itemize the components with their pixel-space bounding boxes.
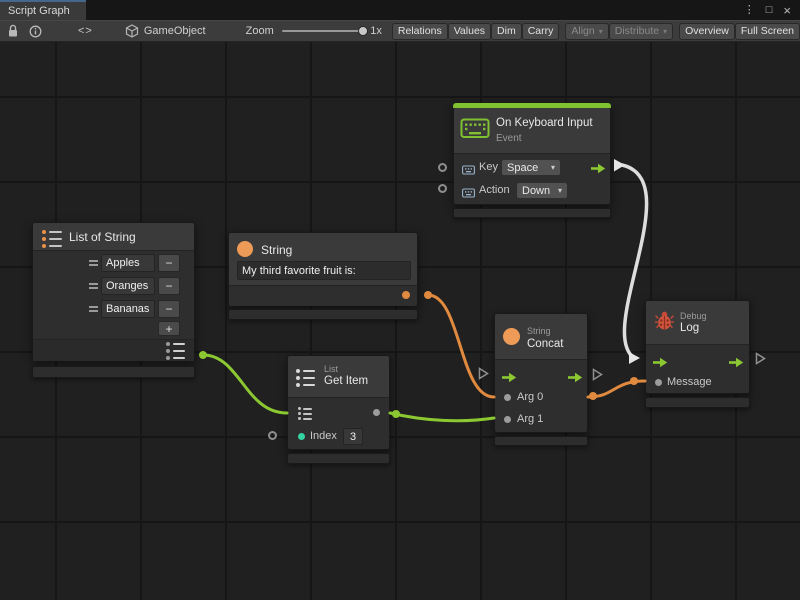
keyboard-icon	[460, 117, 490, 144]
message-input-port[interactable]	[655, 379, 662, 386]
item-output-port[interactable]	[373, 409, 380, 416]
drag-handle-icon[interactable]	[89, 283, 98, 289]
node-get-item[interactable]: List Get Item Index	[287, 355, 390, 450]
node-footer	[645, 397, 750, 408]
index-input[interactable]	[343, 428, 363, 445]
control-output-port[interactable]	[567, 370, 583, 388]
drag-handle-icon[interactable]	[89, 260, 98, 266]
control-flow-triangle[interactable]	[592, 368, 603, 386]
node-category: String	[527, 326, 551, 336]
list-icon	[42, 230, 62, 248]
node-string-literal[interactable]: String	[228, 232, 418, 306]
node-title: Concat	[527, 338, 563, 350]
node-category: Debug	[680, 311, 707, 321]
event-input-port[interactable]	[438, 184, 447, 193]
zoom-slider-knob[interactable]	[358, 26, 368, 36]
message-label: Message	[667, 376, 712, 388]
close-icon[interactable]: ×	[783, 4, 791, 17]
index-input-port[interactable]	[298, 433, 305, 440]
lock-icon[interactable]	[7, 24, 19, 38]
zoom-value: 1x	[370, 25, 382, 37]
maximize-icon[interactable]: □	[766, 5, 773, 16]
info-icon[interactable]	[29, 25, 42, 38]
gameobject-selector[interactable]: GameObject	[144, 25, 206, 37]
node-title: String	[261, 243, 292, 257]
tab-title: Script Graph	[8, 5, 70, 17]
node-title: On Keyboard Input	[496, 117, 593, 129]
bug-icon	[654, 310, 675, 336]
chevron-down-icon: ▾	[599, 27, 603, 36]
node-debug-log[interactable]: Debug Log Message	[645, 300, 750, 394]
distribute-dropdown-button[interactable]: Distribute▾	[609, 23, 673, 40]
relations-button[interactable]: Relations	[392, 23, 448, 40]
arg0-label: Arg 0	[517, 391, 543, 403]
window-tab-bar: Script Graph ⋮ □ ×	[0, 0, 800, 20]
node-footer	[453, 208, 611, 218]
fullscreen-button[interactable]: Full Screen	[735, 23, 800, 40]
control-output-port[interactable]	[728, 355, 744, 373]
node-footer	[228, 309, 418, 320]
list-output-port-icon[interactable]	[166, 342, 185, 360]
zoom-label: Zoom	[246, 25, 274, 37]
node-category: List	[324, 364, 338, 374]
add-item-button[interactable]: +	[158, 321, 180, 336]
node-subtitle: Event	[496, 133, 522, 144]
window-menu-icon[interactable]: ⋮	[744, 5, 755, 16]
action-dropdown[interactable]: Down ▾	[516, 182, 568, 199]
control-input-port[interactable]	[501, 370, 517, 388]
control-output-port[interactable]	[590, 161, 606, 179]
key-type-icon	[462, 162, 475, 180]
gameobject-cube-icon	[125, 24, 139, 38]
string-value-input[interactable]	[237, 261, 411, 280]
remove-item-button-0[interactable]: −	[158, 254, 180, 272]
string-output-port[interactable]	[402, 291, 410, 299]
values-button[interactable]: Values	[448, 23, 491, 40]
tab-script-graph[interactable]: Script Graph	[0, 0, 86, 20]
node-footer	[287, 453, 390, 464]
list-input-port-icon[interactable]	[298, 407, 312, 420]
carry-button[interactable]: Carry	[522, 23, 560, 40]
chevron-down-icon: ▾	[551, 163, 555, 172]
string-type-icon	[237, 241, 253, 257]
event-input-port[interactable]	[438, 163, 447, 172]
arg1-input-port[interactable]	[504, 416, 511, 423]
overview-button[interactable]: Overview	[679, 23, 735, 40]
chevron-down-icon: ▾	[558, 186, 562, 195]
drag-handle-icon[interactable]	[89, 306, 98, 312]
control-input-port[interactable]	[652, 355, 668, 373]
index-label: Index	[310, 430, 337, 442]
list-item-input-1[interactable]	[101, 277, 155, 295]
node-list-of-string[interactable]: List of String − − − +	[32, 222, 195, 361]
code-view-icon[interactable]: <>	[78, 25, 93, 37]
window-controls: ⋮ □ ×	[735, 0, 800, 20]
node-concat[interactable]: String Concat Arg 0 Arg 1	[494, 313, 588, 433]
control-flow-triangle[interactable]	[478, 367, 489, 385]
node-on-keyboard-input[interactable]: On Keyboard Input Event Key Space ▾ Acti…	[453, 103, 611, 205]
node-footer	[32, 366, 195, 378]
index-external-port[interactable]	[268, 431, 277, 440]
control-flow-triangle[interactable]	[755, 352, 766, 370]
node-title: Get Item	[324, 375, 368, 387]
remove-item-button-1[interactable]: −	[158, 277, 180, 295]
action-label: Action	[479, 184, 510, 196]
align-dropdown-button[interactable]: Align▾	[565, 23, 608, 40]
list-item-input-2[interactable]	[101, 300, 155, 318]
node-title: Log	[680, 322, 699, 334]
zoom-slider[interactable]	[282, 30, 365, 32]
dim-button[interactable]: Dim	[491, 23, 522, 40]
arg0-input-port[interactable]	[504, 394, 511, 401]
remove-item-button-2[interactable]: −	[158, 300, 180, 318]
arg1-label: Arg 1	[517, 413, 543, 425]
list-item-input-0[interactable]	[101, 254, 155, 272]
string-type-icon	[503, 328, 520, 345]
output-row	[229, 285, 417, 306]
list-icon	[296, 369, 315, 387]
key-type-icon	[462, 185, 475, 203]
node-title: List of String	[69, 230, 136, 244]
key-dropdown[interactable]: Space ▾	[501, 159, 561, 176]
graph-toolbar: <> GameObject Zoom 1x Relations Values D…	[0, 20, 800, 42]
node-footer	[494, 436, 588, 446]
key-label: Key	[479, 161, 498, 173]
chevron-down-icon: ▾	[663, 27, 667, 36]
